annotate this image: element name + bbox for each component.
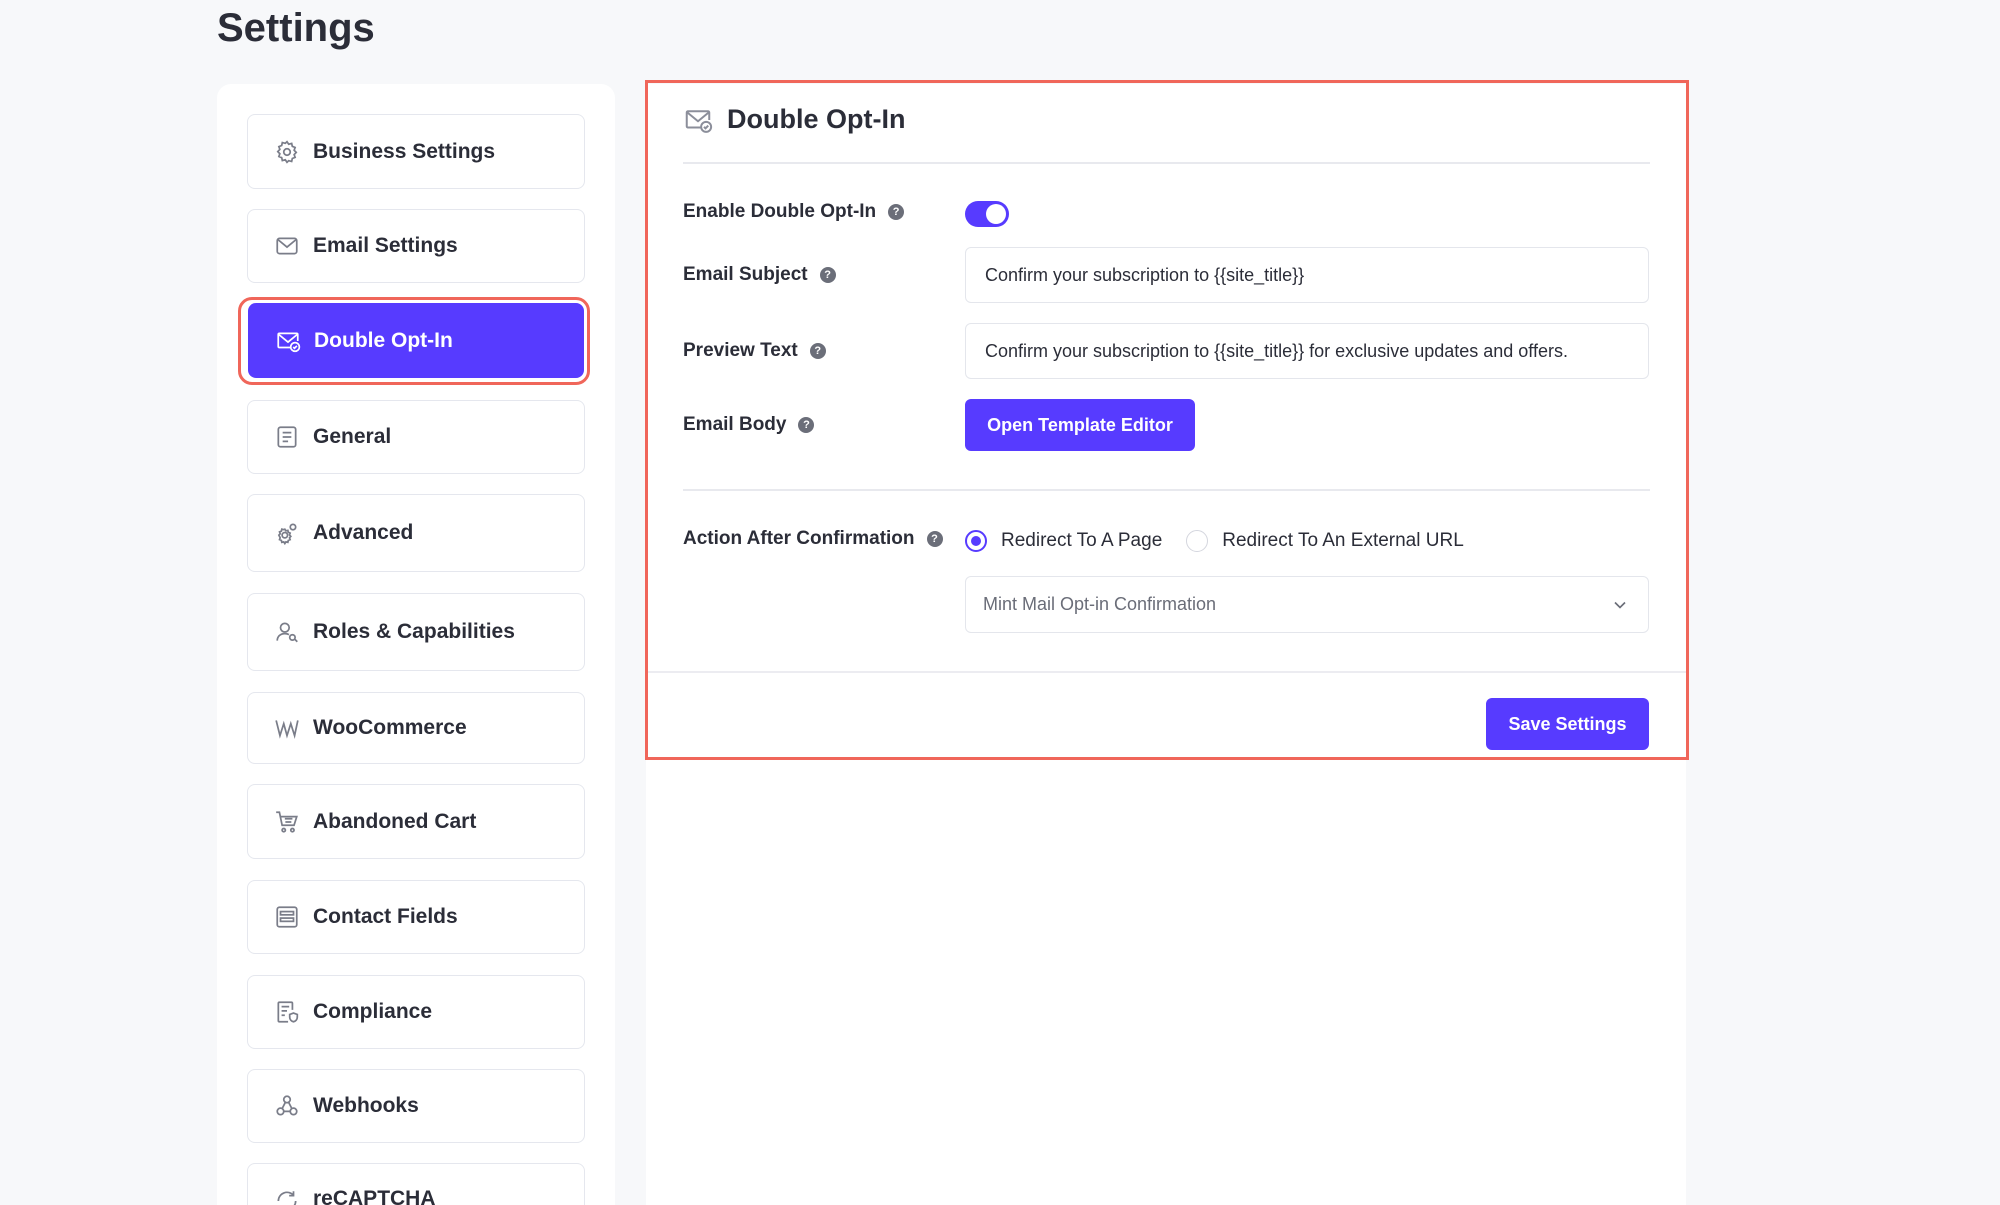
sidebar-item-abandoned-cart[interactable]: Abandoned Cart	[247, 784, 585, 859]
sidebar-item-label: Roles & Capabilities	[313, 620, 515, 643]
sidebar-item-woocommerce[interactable]: WooCommerce	[247, 692, 585, 764]
envelope-check-icon	[685, 109, 713, 133]
toggle-knob	[986, 204, 1006, 224]
select-value: Mint Mail Opt-in Confirmation	[983, 594, 1217, 614]
sidebar-item-contact-fields[interactable]: Contact Fields	[247, 880, 585, 954]
sidebar-item-label: Double Opt-In	[314, 328, 453, 352]
sidebar-item-roles-capabilities[interactable]: Roles & Capabilities	[247, 593, 585, 671]
sidebar-item-label: General	[313, 425, 392, 448]
document-icon	[273, 423, 301, 451]
radio-dot	[965, 530, 987, 552]
sidebar-item-label: Webhooks	[313, 1094, 419, 1117]
email-body-label: Email Body ?	[683, 414, 815, 436]
field-label-text: Email Subject	[683, 264, 808, 285]
user-key-icon	[273, 618, 301, 646]
redirect-to-external-url-radio[interactable]: Redirect To An External URL	[1186, 530, 1464, 552]
gear-icon	[273, 138, 301, 166]
sidebar-item-label: Email Settings	[313, 234, 458, 257]
enable-double-opt-in-label: Enable Double Opt-In ?	[683, 201, 905, 223]
sidebar-item-double-opt-in[interactable]: Double Opt-In	[248, 303, 584, 378]
sidebar-item-label: Contact Fields	[313, 905, 458, 928]
preview-text-label: Preview Text ?	[683, 340, 826, 362]
radio-dot	[1186, 530, 1209, 552]
radio-label: Redirect To A Page	[1001, 530, 1163, 551]
shield-document-icon	[273, 998, 301, 1026]
header-divider	[683, 162, 1650, 164]
sidebar-item-webhooks[interactable]: Webhooks	[247, 1069, 585, 1143]
page-title: Settings	[217, 6, 375, 50]
radio-label: Redirect To An External URL	[1222, 530, 1464, 551]
help-icon[interactable]: ?	[798, 417, 815, 433]
open-template-editor-button[interactable]: Open Template Editor	[965, 399, 1195, 451]
preview-text-input[interactable]	[965, 323, 1649, 379]
envelope-check-icon	[274, 327, 302, 355]
field-label-text: Action After Confirmation	[683, 528, 915, 549]
sidebar-item-label: WooCommerce	[313, 716, 467, 739]
sidebar-item-label: Compliance	[313, 1000, 433, 1023]
sidebar-item-label: reCAPTCHA	[313, 1187, 436, 1205]
redirect-radio-group: Redirect To A Page Redirect To An Extern…	[965, 530, 1464, 552]
confirmation-page-select[interactable]: Mint Mail Opt-in Confirmation	[965, 576, 1649, 633]
recaptcha-icon	[273, 1187, 301, 1205]
envelope-icon	[273, 232, 301, 260]
panel-header: Double Opt-In	[683, 104, 905, 135]
redirect-to-page-radio[interactable]: Redirect To A Page	[965, 530, 1162, 552]
chevron-down-icon	[1614, 601, 1626, 609]
sidebar-item-recaptcha[interactable]: reCAPTCHA	[247, 1163, 585, 1205]
panel-title: Double Opt-In	[727, 104, 906, 134]
sidebar-item-business-settings[interactable]: Business Settings	[247, 114, 585, 189]
field-label-text: Enable Double Opt-In	[683, 201, 877, 222]
sidebar-item-label: Business Settings	[313, 139, 496, 163]
enable-double-opt-in-toggle[interactable]	[965, 201, 1009, 227]
email-subject-label: Email Subject ?	[683, 264, 836, 286]
help-icon[interactable]: ?	[809, 343, 826, 359]
sidebar-item-general[interactable]: General	[247, 400, 585, 474]
action-after-confirmation-label: Action After Confirmation ?	[683, 528, 943, 550]
help-icon[interactable]: ?	[888, 204, 905, 220]
gears-icon	[273, 519, 301, 547]
sidebar-item-advanced[interactable]: Advanced	[247, 494, 585, 572]
help-icon[interactable]: ?	[926, 531, 943, 547]
field-label-text: Email Body	[683, 414, 787, 435]
footer-divider	[648, 671, 1686, 673]
sidebar-item-label: Advanced	[313, 521, 414, 544]
woocommerce-icon	[273, 714, 301, 742]
webhook-icon	[273, 1092, 301, 1120]
field-label-text: Preview Text	[683, 340, 798, 361]
section-divider	[683, 489, 1650, 491]
help-icon[interactable]: ?	[819, 267, 836, 283]
sidebar-item-label: Abandoned Cart	[313, 809, 477, 833]
form-fields-icon	[273, 903, 301, 931]
sidebar-item-email-settings[interactable]: Email Settings	[247, 209, 585, 283]
cart-icon	[273, 808, 301, 836]
email-subject-input[interactable]	[965, 247, 1649, 303]
save-settings-button[interactable]: Save Settings	[1486, 698, 1649, 750]
sidebar-item-compliance[interactable]: Compliance	[247, 975, 585, 1049]
